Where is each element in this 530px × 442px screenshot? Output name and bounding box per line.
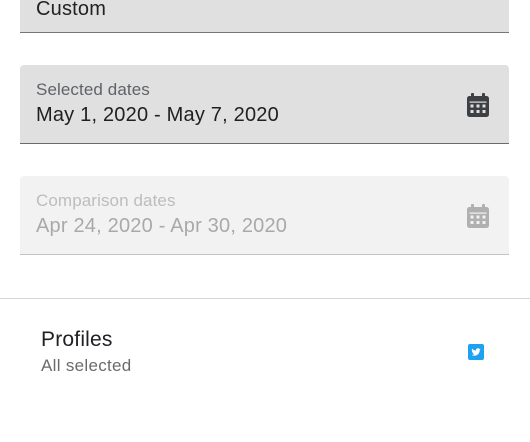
comparison-dates-value: Apr 24, 2020 - Apr 30, 2020 <box>36 215 288 237</box>
profiles-subtitle: All selected <box>41 356 132 375</box>
section-divider <box>0 298 530 299</box>
profiles-title: Profiles <box>41 328 113 351</box>
twitter-icon <box>468 344 484 360</box>
range-select-value: Custom <box>36 0 107 20</box>
profiles-row[interactable]: Profiles All selected <box>0 320 530 390</box>
comparison-dates-label: Comparison dates <box>36 191 176 210</box>
selected-dates-field[interactable]: Selected dates May 1, 2020 - May 7, 2020 <box>20 65 509 144</box>
date-range-settings: Custom Selected dates May 1, 2020 - May … <box>0 0 530 442</box>
range-select-field[interactable]: Custom <box>20 0 509 33</box>
selected-dates-value: May 1, 2020 - May 7, 2020 <box>36 104 279 126</box>
calendar-icon <box>467 204 489 228</box>
selected-dates-label: Selected dates <box>36 80 150 99</box>
comparison-dates-field: Comparison dates Apr 24, 2020 - Apr 30, … <box>20 176 509 255</box>
calendar-icon[interactable] <box>467 93 489 117</box>
